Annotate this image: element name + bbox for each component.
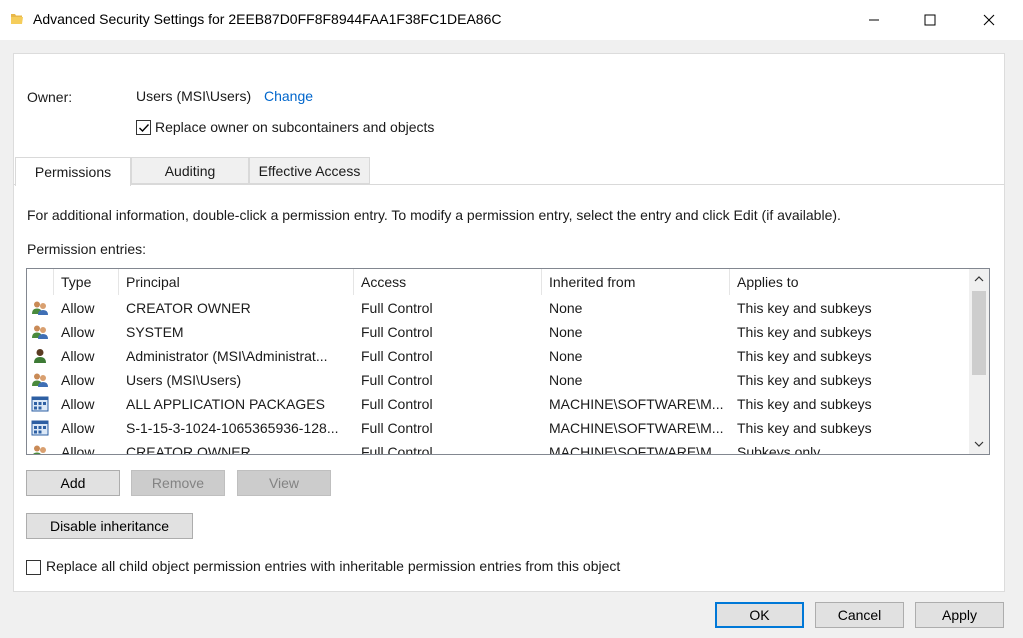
change-owner-link[interactable]: Change <box>264 88 313 104</box>
replace-child-entries-checkbox[interactable] <box>26 560 41 575</box>
cell-access: Full Control <box>361 300 433 316</box>
owner-label: Owner: <box>27 89 73 105</box>
tab-permissions-label: Permissions <box>34 164 112 180</box>
view-button[interactable]: View <box>237 470 331 496</box>
tab-auditing[interactable]: Auditing <box>131 157 249 184</box>
cell-type: Allow <box>61 324 95 340</box>
title-bar: Advanced Security Settings for 2EEB87D0F… <box>0 0 1023 40</box>
cell-applies-to: This key and subkeys <box>737 300 872 316</box>
cell-type: Allow <box>61 348 95 364</box>
table-row[interactable]: Allow ALL APPLICATION PACKAGES Full Contro… <box>27 392 970 416</box>
tab-effective-access-label: Effective Access <box>258 162 361 179</box>
window-title: Advanced Security Settings for 2EEB87D0F… <box>33 11 502 27</box>
cell-type: Allow <box>61 372 95 388</box>
single-user-icon <box>31 348 49 364</box>
column-header-access[interactable]: Access <box>354 269 542 295</box>
close-icon <box>983 14 995 26</box>
cell-applies-to: This key and subkeys <box>737 348 872 364</box>
column-header-inherited-from[interactable]: Inherited from <box>542 269 730 295</box>
permission-entries-table[interactable]: Type Principal Access Inherited from App… <box>26 268 990 455</box>
app-package-icon <box>31 396 49 412</box>
cell-access: Full Control <box>361 444 433 455</box>
permissions-info-text: For additional information, double-click… <box>27 207 841 223</box>
cancel-button[interactable]: Cancel <box>815 602 904 628</box>
icon-column-header[interactable] <box>27 269 54 295</box>
tab-auditing-label: Auditing <box>164 162 216 179</box>
cell-inherited-from: None <box>549 348 583 364</box>
minimize-button[interactable] <box>851 0 897 40</box>
table-row[interactable]: Allow CREATOR OWNER Full Control MACHINE\SO… <box>27 440 970 455</box>
app-package-icon <box>31 420 49 436</box>
minimize-icon <box>869 19 879 21</box>
cell-access: Full Control <box>361 420 433 436</box>
cell-inherited-from: None <box>549 300 583 316</box>
group-user-icon <box>31 372 49 388</box>
apply-button[interactable]: Apply <box>915 602 1004 628</box>
cell-access: Full Control <box>361 324 433 340</box>
remove-button[interactable]: Remove <box>131 470 225 496</box>
table-row[interactable]: Allow SYSTEM Full Control None This key and … <box>27 320 970 344</box>
cell-principal: Administrator (MSI\Administrat... <box>126 348 328 364</box>
cell-applies-to: This key and subkeys <box>737 420 872 436</box>
cell-applies-to: This key and subkeys <box>737 324 872 340</box>
cell-inherited-from: MACHINE\SOFTWARE\M... <box>549 420 724 436</box>
replace-child-entries-label[interactable]: Replace all child object permission entr… <box>46 558 620 574</box>
chevron-up-icon <box>974 276 984 282</box>
cell-principal: Users (MSI\Users) <box>126 372 242 388</box>
cell-principal: CREATOR OWNER <box>126 300 251 316</box>
table-scrollbar[interactable] <box>969 269 989 454</box>
disable-inheritance-button[interactable]: Disable inheritance <box>26 513 193 539</box>
cell-access: Full Control <box>361 348 433 364</box>
cell-principal: CREATOR OWNER <box>126 444 251 455</box>
cell-type: Allow <box>61 444 95 455</box>
table-row[interactable]: Allow CREATOR OWNER Full Control None This k… <box>27 296 970 320</box>
table-header: Type Principal Access Inherited from App… <box>27 269 970 295</box>
maximize-icon <box>924 14 936 26</box>
cell-principal: SYSTEM <box>126 324 184 340</box>
group-user-icon <box>31 324 49 340</box>
replace-owner-checkbox[interactable] <box>136 120 151 135</box>
cell-applies-to: This key and subkeys <box>737 396 872 412</box>
cell-type: Allow <box>61 420 95 436</box>
scroll-thumb[interactable] <box>972 291 986 375</box>
tab-effective-access[interactable]: Effective Access <box>249 157 370 184</box>
cell-access: Full Control <box>361 396 433 412</box>
cell-applies-to: Subkeys only <box>737 444 821 455</box>
cell-principal: S-1-15-3-1024-1065365936-128... <box>126 420 339 436</box>
owner-value: Users (MSI\Users) <box>136 88 252 104</box>
tab-permissions[interactable]: Permissions <box>15 157 131 186</box>
folder-icon <box>10 12 24 29</box>
tab-divider <box>14 184 1004 185</box>
add-button[interactable]: Add <box>26 470 120 496</box>
cell-inherited-from: None <box>549 372 583 388</box>
scroll-down-button[interactable] <box>969 434 989 454</box>
chevron-down-icon <box>974 441 984 447</box>
cell-inherited-from: None <box>549 324 583 340</box>
cell-access: Full Control <box>361 372 433 388</box>
close-button[interactable] <box>966 0 1012 40</box>
cell-inherited-from: MACHINE\SOFTWARE\M... <box>549 396 724 412</box>
table-row[interactable]: Allow S-1-15-3-1024-1065365936-128... Full… <box>27 416 970 440</box>
cell-type: Allow <box>61 300 95 316</box>
maximize-button[interactable] <box>907 0 953 40</box>
cell-principal: ALL APPLICATION PACKAGES <box>126 396 325 412</box>
cell-inherited-from: MACHINE\SOFTWARE\M... <box>549 444 724 455</box>
table-row[interactable]: Allow Users (MSI\Users) Full Control None Th… <box>27 368 970 392</box>
table-row[interactable]: Allow Administrator (MSI\Administrat... Fu… <box>27 344 970 368</box>
group-user-icon <box>31 300 49 316</box>
checkmark-icon <box>139 124 150 133</box>
replace-owner-label[interactable]: Replace owner on subcontainers and objec… <box>155 119 434 135</box>
group-user-icon <box>31 444 49 454</box>
column-header-principal[interactable]: Principal <box>119 269 354 295</box>
permission-entries-label: Permission entries: <box>27 241 147 257</box>
cell-type: Allow <box>61 396 95 412</box>
column-header-type[interactable]: Type <box>54 269 119 295</box>
ok-button[interactable]: OK <box>715 602 804 628</box>
column-header-applies-to[interactable]: Applies to <box>730 269 970 295</box>
scroll-up-button[interactable] <box>969 269 989 289</box>
cell-applies-to: This key and subkeys <box>737 372 872 388</box>
